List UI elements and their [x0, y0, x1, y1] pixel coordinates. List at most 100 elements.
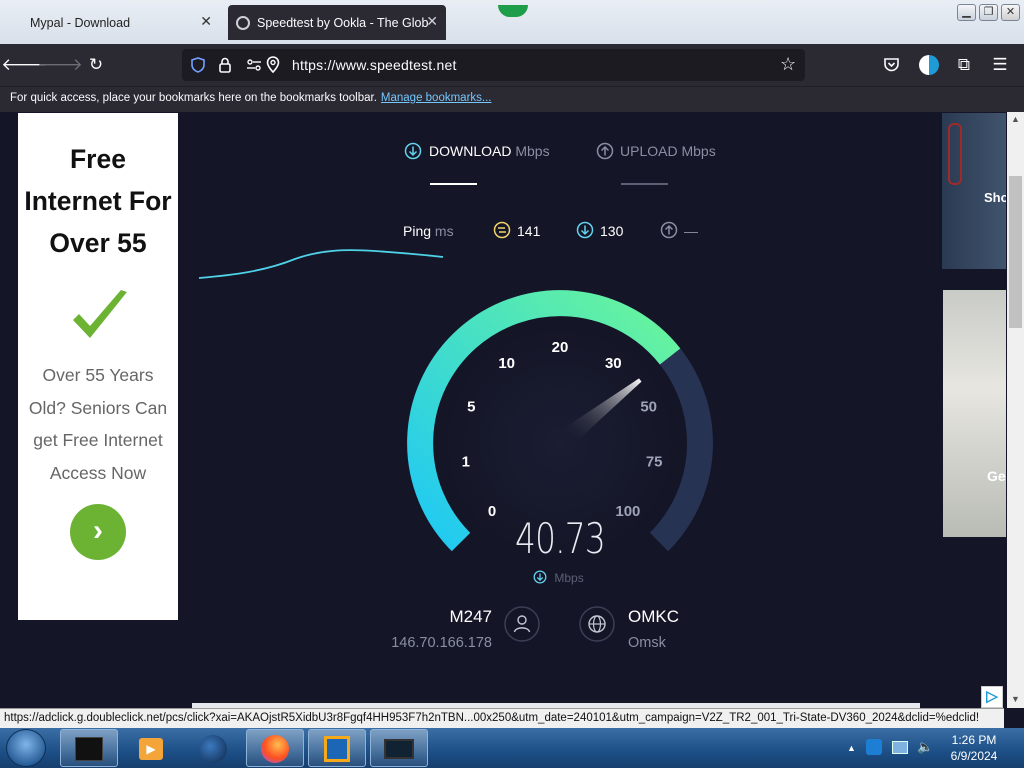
tray-app-icon[interactable] [866, 739, 882, 755]
navigation-toolbar: 🡐 🡒 ↻ https://www.speedtest.net ☆ ⧉ ☰ [0, 44, 1024, 86]
chevron-right-icon: › [93, 514, 103, 547]
download-ping-value: 130 [600, 223, 624, 239]
upload-ping-icon [660, 221, 678, 239]
close-tab-icon[interactable]: ✕ [200, 14, 212, 28]
taskbar-app-terminal[interactable] [60, 729, 118, 767]
clock-date: 6/9/2024 [950, 749, 998, 763]
download-unit: Mbps [515, 143, 550, 159]
url-text[interactable]: https://www.speedtest.net [292, 49, 457, 81]
gauge-tick-label: 75 [646, 454, 663, 471]
ad-body: Over 55 Years Old? Seniors Can get Free … [18, 359, 178, 489]
speed-unit: Mbps [554, 571, 584, 585]
tab-speedtest[interactable]: Speedtest by Ookla - The Global Broadban… [228, 5, 446, 40]
maximize-button[interactable]: ❐ [979, 4, 998, 21]
taskbar-app-virtualbox[interactable] [308, 729, 366, 767]
show-hidden-icons-icon[interactable]: ▲ [847, 743, 856, 753]
adchoices-icon[interactable]: ▷ [981, 686, 1003, 708]
link-status-bar: https://adclick.g.doubleclick.net/pcs/cl… [0, 708, 1004, 728]
taskbar-app-screen[interactable] [370, 729, 428, 767]
tab-strip: Mypal - Download ✕ Speedtest by Ookla - … [0, 0, 1024, 44]
terminal-icon [75, 737, 103, 761]
display-icon [384, 739, 414, 759]
lock-icon[interactable] [218, 57, 232, 73]
minimize-button[interactable]: ▁ [957, 4, 976, 21]
ad-title-line: Over 55 [49, 228, 147, 258]
reload-icon[interactable]: ↻ [82, 44, 110, 86]
ad-title: Free Internet For Over 55 [18, 138, 178, 264]
ad-image-shape [948, 123, 962, 185]
jitter-icon [493, 221, 511, 239]
taskbar-app-media[interactable]: ▶ [122, 729, 180, 767]
right-ad-top[interactable]: Sho [942, 113, 1006, 269]
scroll-down-icon[interactable]: ▼ [1011, 694, 1020, 704]
upload-unit: Mbps [681, 143, 716, 159]
extensions-icon[interactable]: ⧉ [950, 44, 978, 86]
gauge-tick-label: 50 [640, 398, 657, 415]
ping-heading: Ping ms [403, 223, 454, 239]
current-speed: 40.73 [515, 514, 606, 563]
download-heading: DOWNLOAD Mbps [429, 143, 550, 159]
ad-arrow-button[interactable]: › [70, 504, 126, 560]
window-decoration-icon [498, 5, 528, 17]
shield-icon[interactable] [190, 57, 206, 73]
download-icon [404, 142, 422, 160]
tab-title: Speedtest by Ookla - The Global Broadban… [257, 15, 429, 30]
back-arrow-icon[interactable]: 🡐 [1, 44, 47, 86]
ad-body-line: Over 55 Years [42, 365, 154, 385]
right-ad-column[interactable]: Sho Ge [942, 113, 1006, 537]
permissions-icon[interactable] [246, 57, 262, 73]
tab-mypal-download[interactable]: Mypal - Download ✕ [22, 5, 220, 40]
download-ping-icon [576, 221, 594, 239]
speedtest-favicon-icon [236, 15, 250, 30]
ad-title-line: Free [70, 144, 126, 174]
bookmark-star-icon[interactable]: ☆ [780, 54, 796, 75]
manage-bookmarks-link[interactable]: Manage bookmarks... [381, 92, 492, 104]
tab-title: Mypal - Download [30, 15, 131, 30]
firefox-icon [261, 735, 289, 763]
isp-name: M247 [449, 607, 492, 626]
globe-icon[interactable] [579, 606, 615, 642]
pocket-icon[interactable] [883, 57, 900, 73]
mypal-icon [199, 735, 227, 763]
gauge-tick-label: 30 [605, 355, 622, 372]
right-ad-bottom[interactable]: Ge [943, 290, 1006, 537]
bookmarks-message: For quick access, place your bookmarks h… [10, 92, 492, 104]
user-icon[interactable] [504, 606, 540, 642]
virtualbox-icon [324, 736, 350, 762]
scrollbar-thumb[interactable] [1009, 176, 1022, 328]
menu-icon[interactable]: ☰ [986, 44, 1014, 86]
ad-body-line: Old? Seniors Can [28, 397, 168, 418]
upload-label: UPLOAD [620, 143, 678, 159]
upload-heading: UPLOAD Mbps [620, 143, 716, 159]
taskbar-app-mypal[interactable] [184, 729, 242, 767]
clock-time: 1:26 PM [951, 733, 997, 747]
checkmark-icon [73, 290, 127, 338]
ping-unit: ms [434, 223, 454, 239]
right-ad-top-label: Sho [984, 190, 1006, 205]
volume-icon[interactable]: 🔈 [917, 739, 933, 755]
address-bar[interactable]: https://www.speedtest.net ☆ [182, 49, 805, 81]
location-icon[interactable] [266, 56, 280, 74]
speed-unit-row: Mbps [533, 570, 584, 585]
taskbar: ▶ ▲ 🔈 1:26 PM 6/9/2024 [0, 728, 1024, 768]
upload-ping-value: — [684, 223, 698, 239]
system-clock[interactable]: 1:26 PM 6/9/2024 [938, 732, 1010, 764]
gauge-tick-label: 20 [552, 339, 569, 356]
profile-icon[interactable] [919, 55, 939, 75]
media-player-icon: ▶ [139, 738, 163, 760]
ad-body-line: get Free Internet [33, 430, 163, 450]
download-underline [430, 183, 477, 185]
ad-title-line: Internet For [24, 186, 172, 216]
speed-download-icon [533, 570, 547, 584]
close-tab-icon[interactable]: ✕ [426, 14, 438, 28]
start-button[interactable] [6, 729, 46, 767]
senior-internet-ad[interactable]: Free Internet For Over 55 Over 55 Years … [18, 113, 178, 620]
scroll-up-icon[interactable]: ▲ [1011, 114, 1020, 124]
upload-underline [621, 183, 668, 185]
network-icon[interactable] [892, 741, 908, 754]
gauge-tick-label: 10 [498, 355, 515, 372]
close-window-button[interactable]: ✕ [1001, 4, 1020, 21]
taskbar-app-firefox[interactable] [246, 729, 304, 767]
bookmarks-toolbar: For quick access, place your bookmarks h… [0, 86, 1024, 112]
forward-arrow-icon[interactable]: 🡒 [37, 44, 83, 86]
